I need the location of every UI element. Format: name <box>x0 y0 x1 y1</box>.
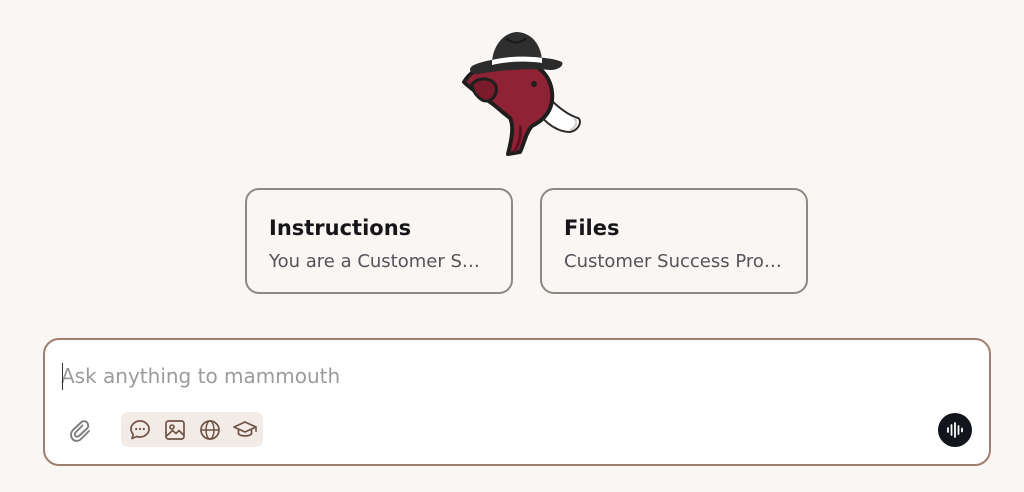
attach-button[interactable] <box>66 417 96 447</box>
web-search-button[interactable] <box>195 415 225 445</box>
message-composer <box>43 338 991 466</box>
image-icon <box>165 420 185 440</box>
prompt-input[interactable] <box>61 358 941 394</box>
instructions-card-title: Instructions <box>269 216 412 240</box>
globe-icon <box>200 420 220 440</box>
learning-mode-button[interactable] <box>230 415 260 445</box>
voice-input-button[interactable] <box>938 413 972 447</box>
files-card[interactable]: Files Customer Success Professional <box>540 188 808 294</box>
mammoth-fedora-logo-icon <box>462 32 581 156</box>
mammoth-logo <box>450 26 584 160</box>
instructions-card-preview: You are a Customer Success Professional <box>269 251 489 272</box>
assistant-home: Instructions You are a Customer Success … <box>0 0 1024 492</box>
instructions-card[interactable]: Instructions You are a Customer Success … <box>245 188 513 294</box>
paperclip-icon <box>70 420 90 442</box>
chat-bubble-icon <box>130 420 150 440</box>
graduation-cap-icon <box>233 421 257 437</box>
files-card-preview: Customer Success Professional <box>564 251 784 272</box>
text-caret <box>62 363 63 390</box>
files-card-title: Files <box>564 216 620 240</box>
chat-mode-button[interactable] <box>125 415 155 445</box>
image-mode-button[interactable] <box>160 415 190 445</box>
tool-toolbar <box>121 412 263 447</box>
sound-wave-icon <box>947 422 963 438</box>
